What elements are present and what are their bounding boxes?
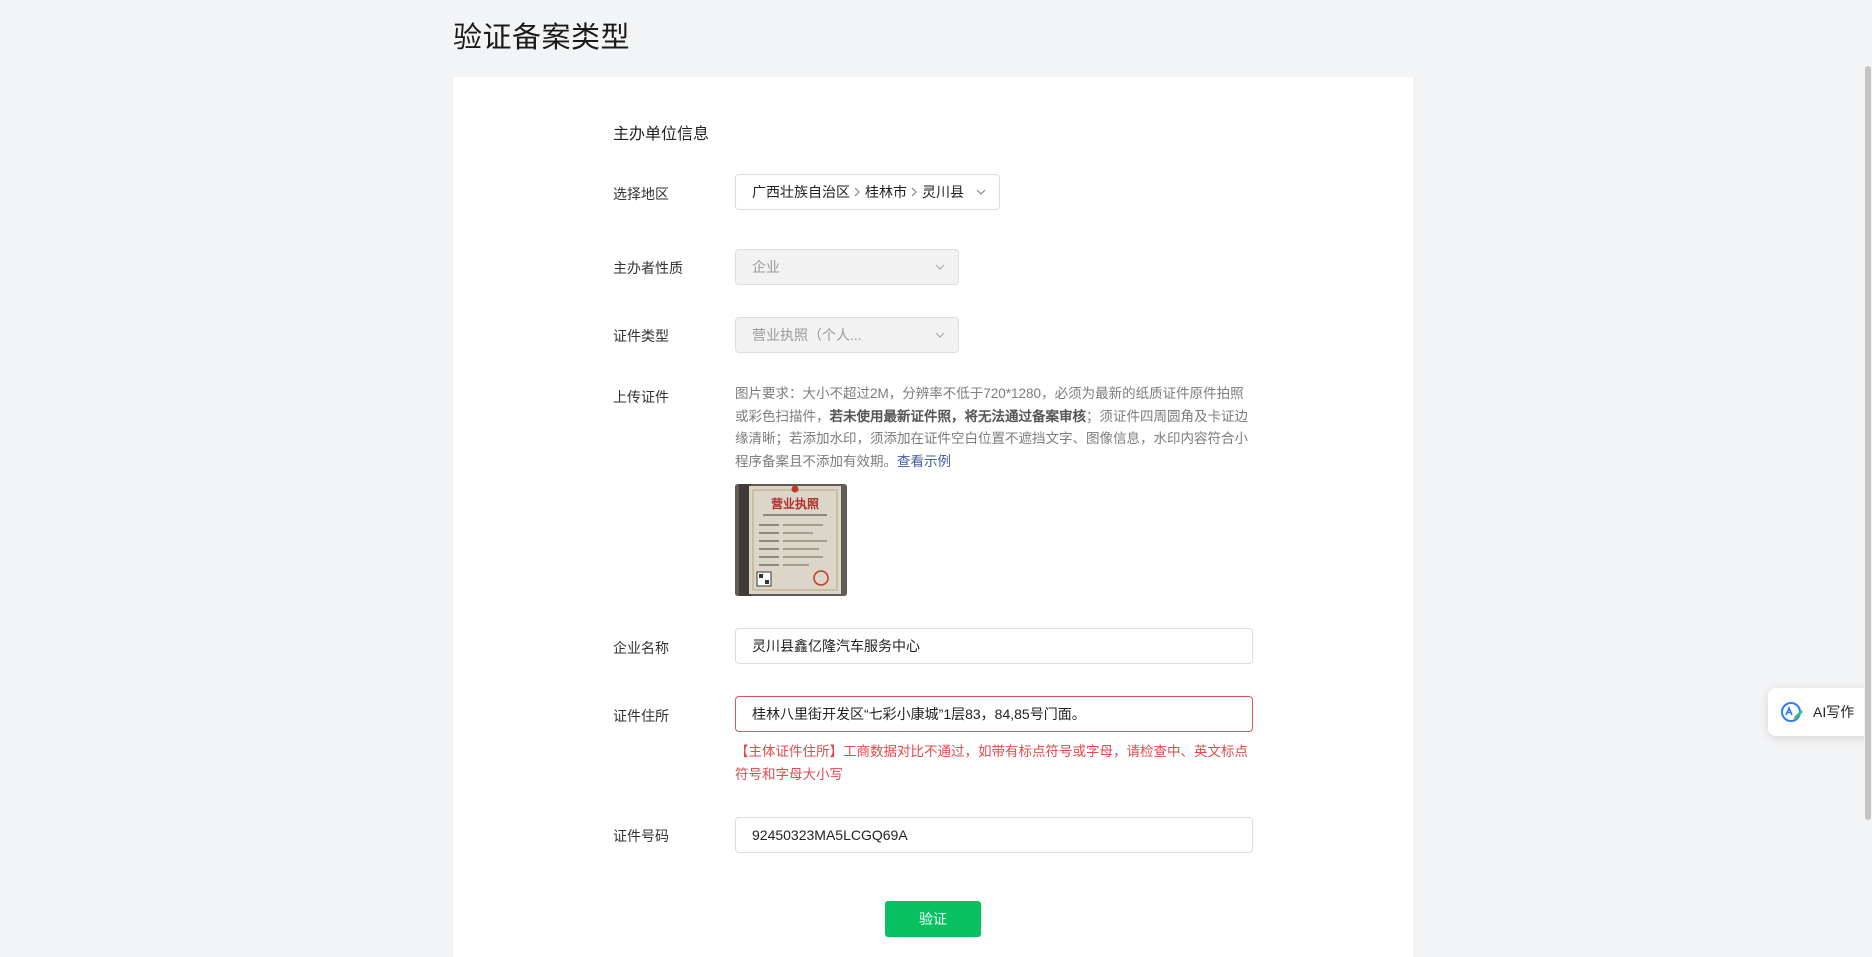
- organizer-label: 主办者性质: [613, 260, 683, 276]
- chevron-down-icon: [935, 264, 945, 270]
- chevron-down-icon: [976, 189, 986, 195]
- upload-hint-bold: 若未使用最新证件照，将无法通过备案审核: [829, 408, 1087, 424]
- address-input[interactable]: 桂林八里街开发区“七彩小康城”1层83，84,85号门面。: [735, 696, 1253, 732]
- scrollbar-thumb[interactable]: [1865, 66, 1871, 820]
- organizer-select[interactable]: 企业: [735, 249, 959, 285]
- page-title: 验证备案类型: [453, 22, 631, 54]
- address-label: 证件住所: [613, 708, 669, 724]
- address-value: 桂林八里街开发区“七彩小康城”1层83，84,85号门面。: [752, 706, 1086, 722]
- business-license-image: 营业执照: [735, 484, 847, 596]
- company-name-label: 企业名称: [613, 640, 669, 656]
- cert-type-select[interactable]: 营业执照（个人...: [735, 317, 959, 353]
- chevron-right-icon: [911, 187, 917, 197]
- ai-write-widget[interactable]: AI写作: [1768, 688, 1872, 736]
- chevron-down-icon: [935, 332, 945, 338]
- region-county: 灵川县: [922, 184, 964, 200]
- cert-number-label: 证件号码: [613, 828, 669, 844]
- verify-button[interactable]: 验证: [885, 901, 981, 937]
- region-province: 广西壮族自治区: [752, 184, 850, 200]
- section-title: 主办单位信息: [613, 126, 710, 143]
- company-name-input[interactable]: 灵川县鑫亿隆汽车服务中心: [735, 628, 1253, 664]
- cert-type-label: 证件类型: [613, 328, 669, 344]
- ai-write-icon: [1781, 702, 1803, 722]
- address-error-message: 【主体证件住所】工商数据对比不通过，如带有标点符号或字母，请检查中、英文标点符号…: [735, 744, 1248, 782]
- organizer-value: 企业: [752, 259, 780, 275]
- region-label: 选择地区: [613, 186, 669, 202]
- cert-number-input[interactable]: 92450323MA5LCGQ69A: [735, 817, 1253, 853]
- company-name-value: 灵川县鑫亿隆汽车服务中心: [752, 638, 920, 654]
- upload-hint: 图片要求：大小不超过2M，分辨率不低于720*1280，必须为最新的纸质证件原件…: [735, 386, 1248, 469]
- region-cascader[interactable]: 广西壮族自治区 桂林市 灵川县: [735, 174, 1000, 210]
- ai-write-label: AI写作: [1813, 704, 1855, 720]
- license-thumbnail[interactable]: 营业执照: [735, 484, 847, 596]
- upload-label: 上传证件: [613, 389, 669, 405]
- svg-text:营业执照: 营业执照: [771, 496, 819, 511]
- cert-type-value: 营业执照（个人...: [752, 327, 862, 343]
- view-example-link[interactable]: 查看示例: [897, 454, 951, 469]
- region-city: 桂林市: [865, 184, 907, 200]
- cert-number-value: 92450323MA5LCGQ69A: [752, 827, 908, 843]
- chevron-right-icon: [854, 187, 860, 197]
